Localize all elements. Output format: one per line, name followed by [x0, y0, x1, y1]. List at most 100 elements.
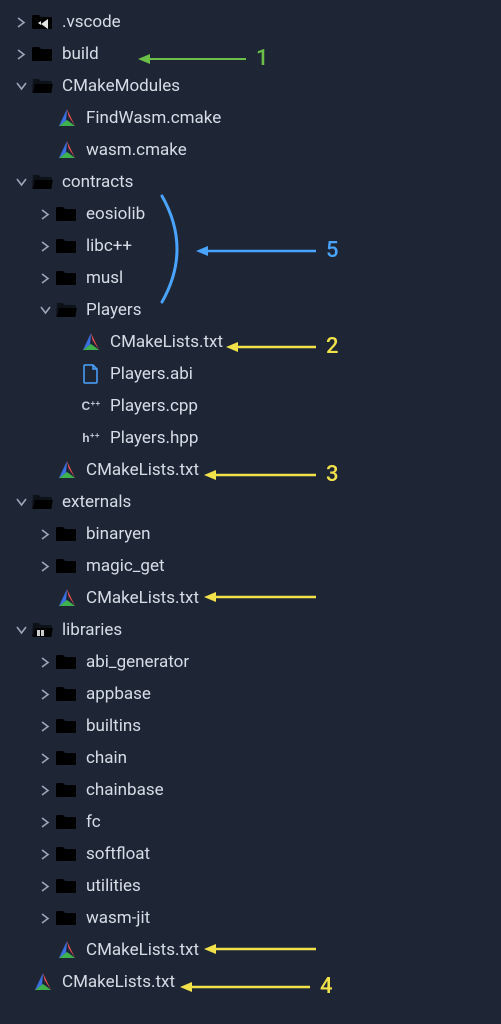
chevron-down-icon: [14, 495, 28, 509]
tree-item-label: softfloat: [86, 844, 150, 864]
tree-file-players-cpp[interactable]: C++ Players.cpp: [0, 390, 501, 422]
tree-item-label: build: [62, 44, 99, 64]
tree-item-label: FindWasm.cmake: [86, 108, 221, 128]
tree-item-label: wasm.cmake: [86, 140, 187, 160]
folder-icon: [56, 555, 78, 577]
tree-folder-musl[interactable]: musl: [0, 262, 501, 294]
tree-file-externals-cmakelists[interactable]: CMakeLists.txt: [0, 582, 501, 614]
chevron-right-icon: [14, 15, 28, 29]
cmake-icon: [56, 459, 78, 481]
tree-folder-abi-generator[interactable]: abi_generator: [0, 646, 501, 678]
chevron-right-icon: [38, 687, 52, 701]
tree-folder-builtins[interactable]: builtins: [0, 710, 501, 742]
cmake-icon: [56, 939, 78, 961]
folder-icon: [56, 267, 78, 289]
tree-folder-fc[interactable]: fc: [0, 806, 501, 838]
tree-file-findwasm[interactable]: FindWasm.cmake: [0, 102, 501, 134]
tree-item-label: CMakeLists.txt: [62, 972, 175, 992]
chevron-right-icon: [38, 751, 52, 765]
chevron-down-icon: [14, 623, 28, 637]
tree-item-label: Players.cpp: [110, 396, 198, 416]
tree-item-label: eosiolib: [86, 204, 145, 224]
folder-open-icon: [32, 171, 54, 193]
tree-file-libraries-cmakelists[interactable]: CMakeLists.txt: [0, 934, 501, 966]
tree-item-label: abi_generator: [86, 652, 189, 672]
tree-folder-wasm-jit[interactable]: wasm-jit: [0, 902, 501, 934]
tree-folder-magic-get[interactable]: magic_get: [0, 550, 501, 582]
chevron-right-icon: [38, 783, 52, 797]
tree-folder-players[interactable]: Players: [0, 294, 501, 326]
tree-folder-binaryen[interactable]: binaryen: [0, 518, 501, 550]
tree-item-label: binaryen: [86, 524, 151, 544]
tree-item-label: CMakeModules: [62, 76, 180, 96]
tree-folder-libcpp[interactable]: libc++: [0, 230, 501, 262]
tree-folder-softfloat[interactable]: softfloat: [0, 838, 501, 870]
tree-folder-chainbase[interactable]: chainbase: [0, 774, 501, 806]
chevron-down-icon: [14, 79, 28, 93]
tree-folder-build[interactable]: build: [0, 38, 501, 70]
tree-item-label: fc: [86, 812, 101, 832]
tree-item-label: contracts: [62, 172, 133, 192]
tree-item-label: chain: [86, 748, 127, 768]
tree-item-label: libraries: [62, 620, 122, 640]
tree-item-label: wasm-jit: [86, 908, 150, 928]
folder-icon: [56, 523, 78, 545]
tree-folder-contracts[interactable]: contracts: [0, 166, 501, 198]
tree-item-label: appbase: [86, 684, 151, 704]
folder-icon: [56, 811, 78, 833]
file-icon: [80, 363, 102, 385]
tree-folder-cmake-modules[interactable]: CMakeModules: [0, 70, 501, 102]
tree-file-contracts-cmakelists[interactable]: CMakeLists.txt: [0, 454, 501, 486]
folder-icon: [56, 235, 78, 257]
tree-folder-externals[interactable]: externals: [0, 486, 501, 518]
folder-icon: [32, 43, 54, 65]
cmake-icon: [56, 587, 78, 609]
tree-file-players-cmakelists[interactable]: CMakeLists.txt: [0, 326, 501, 358]
tree-file-wasm-cmake[interactable]: wasm.cmake: [0, 134, 501, 166]
chevron-right-icon: [38, 559, 52, 573]
folder-icon: [56, 875, 78, 897]
tree-item-label: musl: [86, 268, 123, 288]
cmake-icon: [56, 107, 78, 129]
hpp-icon: h++: [80, 427, 102, 449]
folder-icon: [56, 843, 78, 865]
chevron-right-icon: [38, 815, 52, 829]
tree-item-label: Players: [86, 300, 141, 320]
cpp-icon: C++: [80, 395, 102, 417]
tree-item-label: CMakeLists.txt: [110, 332, 223, 352]
chevron-right-icon: [38, 239, 52, 253]
cmake-icon: [32, 971, 54, 993]
tree-folder-appbase[interactable]: appbase: [0, 678, 501, 710]
tree-folder-vscode[interactable]: .vscode: [0, 6, 501, 38]
folder-open-icon: [32, 619, 54, 641]
tree-folder-utilities[interactable]: utilities: [0, 870, 501, 902]
folder-icon: [56, 907, 78, 929]
tree-item-label: libc++: [86, 236, 132, 256]
folder-icon: [56, 203, 78, 225]
tree-item-label: CMakeLists.txt: [86, 940, 199, 960]
chevron-right-icon: [38, 879, 52, 893]
folder-icon: [56, 747, 78, 769]
chevron-right-icon: [38, 847, 52, 861]
tree-file-players-hpp[interactable]: h++ Players.hpp: [0, 422, 501, 454]
tree-folder-eosiolib[interactable]: eosiolib: [0, 198, 501, 230]
tree-file-root-cmakelists[interactable]: CMakeLists.txt: [0, 966, 501, 998]
tree-folder-libraries[interactable]: libraries: [0, 614, 501, 646]
tree-file-players-abi[interactable]: Players.abi: [0, 358, 501, 390]
folder-icon: [56, 683, 78, 705]
folder-open-icon: [32, 75, 54, 97]
tree-item-label: .vscode: [62, 12, 121, 32]
chevron-right-icon: [38, 911, 52, 925]
chevron-right-icon: [38, 655, 52, 669]
chevron-right-icon: [38, 207, 52, 221]
tree-item-label: CMakeLists.txt: [86, 588, 199, 608]
tree-item-label: chainbase: [86, 780, 164, 800]
folder-icon: [56, 715, 78, 737]
tree-item-label: builtins: [86, 716, 141, 736]
chevron-right-icon: [38, 271, 52, 285]
tree-item-label: externals: [62, 492, 131, 512]
tree-folder-chain[interactable]: chain: [0, 742, 501, 774]
cmake-icon: [80, 331, 102, 353]
chevron-down-icon: [14, 175, 28, 189]
chevron-right-icon: [38, 719, 52, 733]
